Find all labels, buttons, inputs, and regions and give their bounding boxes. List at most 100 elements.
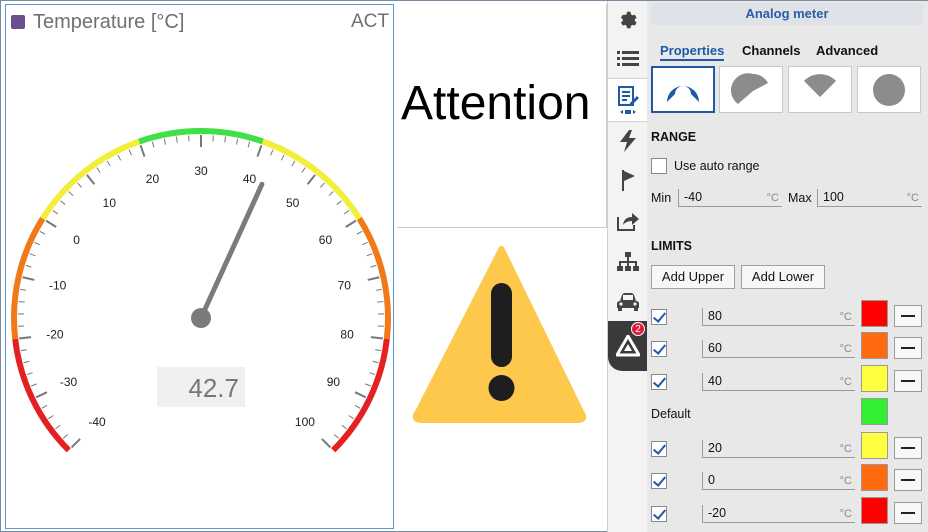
lightning-icon[interactable] (608, 122, 648, 160)
gauge-minor-tick (68, 191, 74, 197)
gauge-minor-tick (29, 253, 36, 257)
range-max-input[interactable]: 100 °C (817, 189, 922, 207)
limit-lower-1-input[interactable]: 20 °C (702, 440, 855, 458)
limit-lower-3-checkbox[interactable] (651, 506, 667, 522)
gauge-arc-icon (667, 86, 699, 102)
auto-range-label: Use auto range (674, 159, 760, 173)
gauge-minor-tick (25, 264, 32, 268)
limit-upper-1-value: 80 (708, 309, 722, 323)
limit-upper-1-checkbox[interactable] (651, 309, 667, 325)
limit-lower-1-checkbox[interactable] (651, 441, 667, 457)
panel-title: Analog meter (651, 3, 923, 25)
limit-lower-3-remove-button[interactable] (894, 502, 922, 524)
range-min-input[interactable]: -40 °C (678, 189, 782, 207)
edit-properties-icon[interactable] (608, 78, 648, 122)
limit-lower-1-remove-button[interactable] (894, 437, 922, 459)
gauge-major-tick (345, 219, 357, 228)
gear-icon[interactable] (608, 1, 648, 39)
flag-icon[interactable] (608, 161, 648, 199)
shape-pie-sector-button[interactable] (719, 66, 783, 113)
list-icon[interactable] (608, 39, 648, 77)
tab-channels[interactable]: Channels (742, 43, 801, 58)
gauge-minor-tick (62, 434, 69, 439)
gauge-minor-tick (369, 372, 376, 376)
range-heading: RANGE (651, 130, 697, 144)
gauge-value-text: 42.7 (188, 373, 239, 403)
gauge-major-tick (370, 336, 383, 340)
shape-fan-sector-button[interactable] (788, 66, 852, 113)
limit-upper-2-remove-button[interactable] (894, 337, 922, 359)
shape-full-circle-button[interactable] (857, 66, 921, 113)
gauge-minor-tick (26, 372, 33, 376)
app-window: -40 -30 -20 -10 0 10 20 30 40 50 60 70 80 90 100 42.7 T… (0, 0, 928, 532)
range-max-unit: °C (906, 192, 919, 204)
limit-upper-1-color[interactable] (861, 300, 888, 327)
attention-text: Attention (401, 77, 591, 130)
gauge-major-tick (139, 144, 146, 157)
limit-upper-1-remove-button[interactable] (894, 305, 922, 327)
limit-lower-2-input[interactable]: 0 °C (702, 472, 855, 490)
gauge-minor-tick (333, 434, 340, 439)
gauge-minor-tick (377, 301, 384, 303)
gauge-minor-tick (348, 415, 355, 420)
limit-lower-1-unit: °C (839, 443, 852, 455)
limit-upper-3-checkbox[interactable] (651, 374, 667, 390)
limit-upper-2-checkbox[interactable] (651, 341, 667, 357)
gauge-minor-tick (52, 210, 59, 215)
limit-lower-3-color[interactable] (861, 497, 888, 524)
tab-advanced[interactable]: Advanced (816, 43, 878, 58)
limit-lower-2-checkbox[interactable] (651, 473, 667, 489)
gauge-minor-tick (41, 404, 48, 409)
gauge-major-tick (306, 174, 316, 185)
range-min-value: -40 (684, 190, 703, 204)
gauge-minor-tick (34, 241, 41, 246)
gauge-minor-tick (18, 301, 25, 303)
limit-lower-3-unit: °C (839, 508, 852, 520)
limit-upper-3-input[interactable]: 40 °C (702, 373, 855, 391)
limits-heading: LIMITS (651, 239, 692, 253)
default-color[interactable] (861, 398, 888, 425)
gauge-title: Temperature [°C] (11, 9, 184, 35)
limit-upper-3-remove-button[interactable] (894, 370, 922, 392)
gauge-minor-tick (77, 182, 82, 188)
gauge-minor-tick (301, 167, 306, 173)
properties-panel: Analog meter Properties Channels Advance… (647, 1, 928, 532)
share-icon[interactable] (608, 202, 648, 240)
warning-triangle-icon (412, 246, 587, 423)
gauge-major-tick (256, 144, 263, 157)
gauge-tick-label: 70 (338, 278, 352, 292)
tab-properties[interactable]: Properties (660, 43, 725, 61)
limit-lower-3-value: -20 (708, 506, 727, 520)
limit-upper-2-color[interactable] (861, 332, 888, 359)
gauge-minor-tick (356, 230, 363, 235)
gauge-tick-label: 0 (73, 233, 80, 247)
gauge-minor-tick (128, 149, 132, 156)
gauge-minor-tick (291, 160, 296, 167)
hierarchy-icon[interactable] (608, 243, 648, 281)
limit-upper-3-color[interactable] (861, 365, 888, 392)
limit-lower-2-color[interactable] (861, 464, 888, 491)
gauge-panel[interactable]: -40 -30 -20 -10 0 10 20 30 40 50 60 70 80 90 100 42.7 T… (5, 4, 394, 529)
attention-panel[interactable]: Attention (397, 4, 607, 228)
limit-upper-2-input[interactable]: 60 °C (702, 340, 855, 358)
auto-range-checkbox[interactable] (651, 158, 667, 174)
gauge-tick-label: -30 (60, 375, 78, 389)
limit-lower-2-remove-button[interactable] (894, 469, 922, 491)
limit-lower-1-color[interactable] (861, 432, 888, 459)
gauge-minor-tick (117, 154, 122, 161)
car-icon[interactable] (608, 283, 648, 321)
limit-lower-3-input[interactable]: -20 °C (702, 505, 855, 523)
gauge-minor-tick (366, 253, 373, 257)
gauge-major-tick (22, 276, 35, 281)
gauge-minor-tick (328, 191, 334, 197)
warning-panel[interactable] (397, 230, 607, 529)
gauge-title-text: Temperature [°C] (33, 10, 185, 33)
add-lower-button[interactable]: Add Lower (741, 265, 825, 289)
shape-gauge-arc-button[interactable] (651, 66, 715, 113)
add-upper-button[interactable]: Add Upper (651, 265, 735, 289)
gauge-tick-label: 50 (286, 196, 300, 210)
analog-gauge: -40 -30 -20 -10 0 10 20 30 40 50 60 70 80 90 100 42.7 (11, 128, 391, 453)
gauge-tick-label: 60 (319, 233, 333, 247)
gauge-tick-label: 10 (103, 196, 117, 210)
limit-upper-1-input[interactable]: 80 °C (702, 308, 855, 326)
